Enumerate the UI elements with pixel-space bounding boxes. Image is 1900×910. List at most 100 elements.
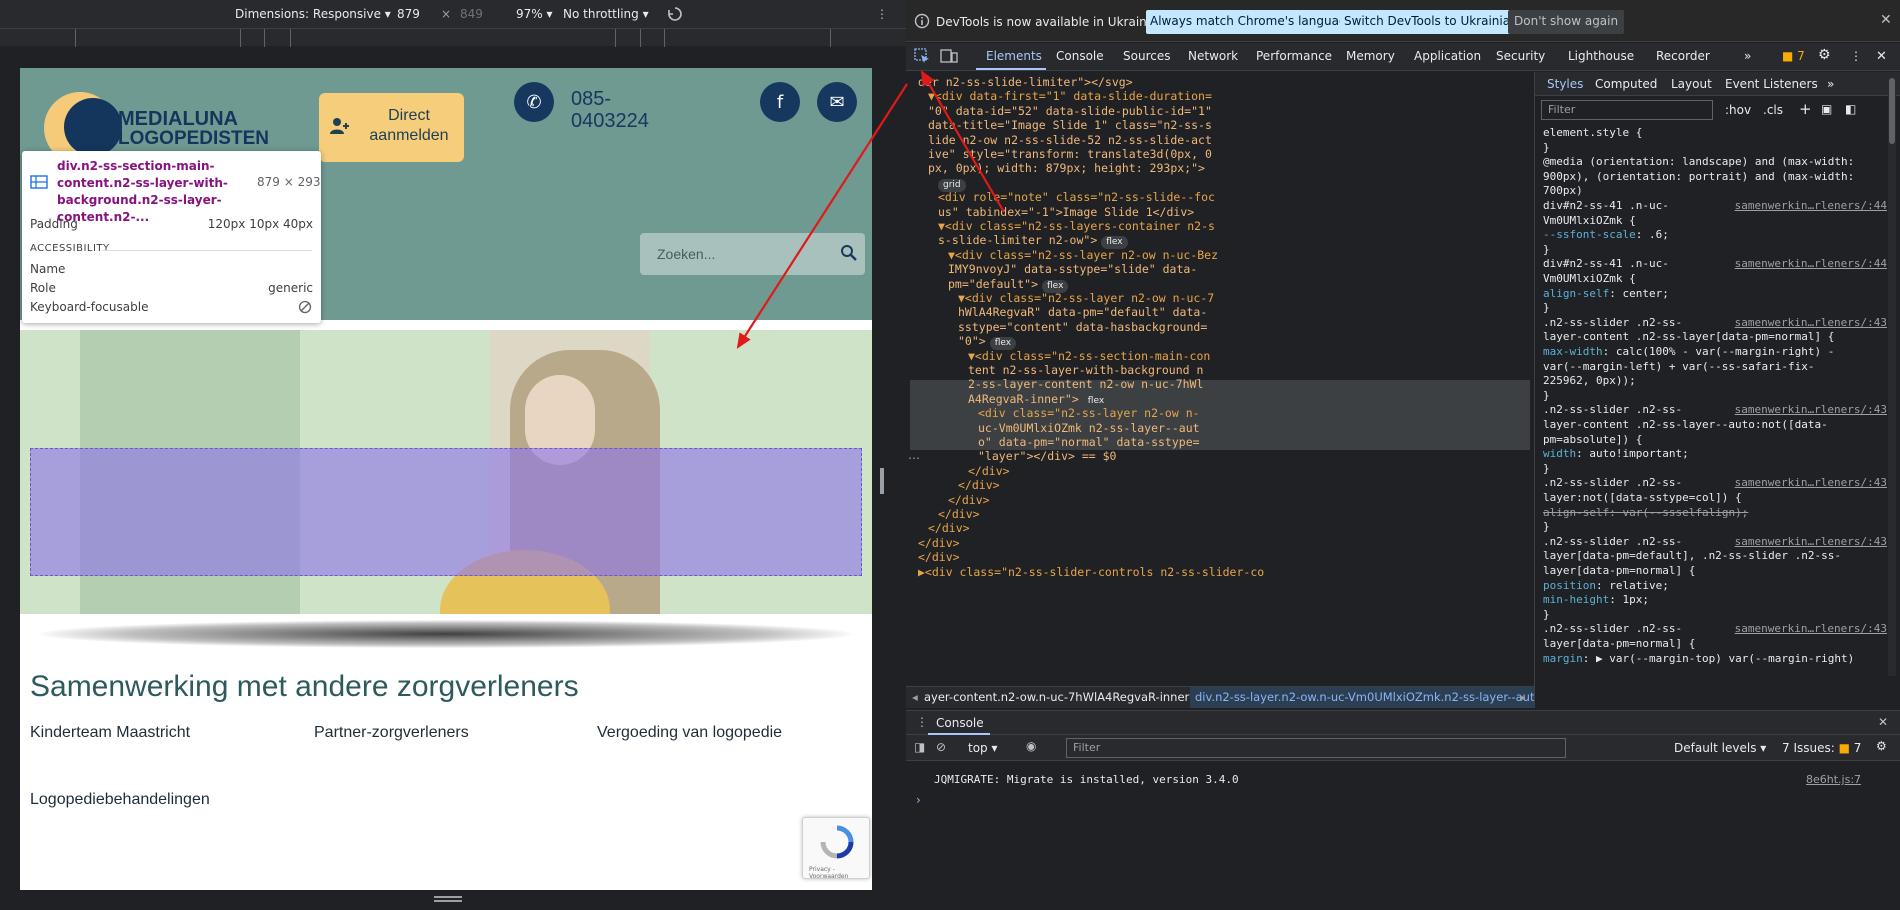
zoom-dropdown[interactable]: 97% ▾ (516, 7, 553, 21)
eye-icon[interactable]: ◉ (1026, 739, 1036, 753)
style-line[interactable]: layer-content .n2-ss-layer[data-pm=norma… (1543, 330, 1834, 345)
new-rule-icon[interactable]: + (1799, 100, 1812, 118)
search-field[interactable]: Zoeken... (640, 233, 865, 275)
style-line[interactable]: max-width: calc(100% - var(--margin-righ… (1543, 345, 1834, 360)
dom-line[interactable]: px, 0px); width: 879px; height: 293px;"> (928, 160, 1205, 177)
resize-handle-bottom[interactable] (434, 896, 462, 902)
rotate-icon[interactable] (666, 5, 684, 23)
more-style-tabs-icon[interactable]: » (1827, 77, 1834, 91)
style-line[interactable]: .n2-ss-slider .n2-ss- (1543, 622, 1682, 637)
style-line[interactable]: .n2-ss-slider .n2-ss- (1543, 535, 1682, 550)
breadcrumb-right-icon[interactable]: ▸ (1520, 690, 1526, 704)
more-options-icon[interactable]: ⋮ (876, 7, 888, 21)
tab-application[interactable]: Application (1414, 49, 1481, 63)
style-line[interactable]: --ssfont-scale: .6; (1543, 228, 1669, 243)
style-line[interactable]: } (1543, 141, 1550, 156)
style-line[interactable]: min-height: 1px; (1543, 593, 1649, 608)
style-line[interactable]: } (1543, 520, 1550, 535)
style-line[interactable]: } (1543, 608, 1550, 623)
close-drawer-icon[interactable]: ✕ (1878, 715, 1888, 729)
tab-performance[interactable]: Performance (1256, 49, 1332, 63)
paint-icon[interactable]: ▣ (1821, 102, 1832, 116)
more-options-icon[interactable]: ⋮ (1850, 49, 1862, 63)
direct-aanmelden-button[interactable]: Direct aanmelden (319, 93, 464, 162)
dom-line[interactable]: ▶<div class="n2-ss-slider-controls n2-ss… (918, 564, 1264, 581)
style-line[interactable]: .n2-ss-slider .n2-ss- (1543, 476, 1682, 491)
hov-toggle[interactable]: :hov (1725, 103, 1751, 117)
device-toggle-icon[interactable] (940, 48, 958, 64)
close-infobar-icon[interactable]: ✕ (1880, 12, 1892, 28)
style-line[interactable]: div#n2-ss-41 .n-uc- (1543, 257, 1669, 272)
close-devtools-icon[interactable]: ✕ (1876, 49, 1887, 64)
style-source-link[interactable]: samenwerkin…rleners/:43 (1735, 476, 1887, 491)
style-line[interactable]: } (1543, 301, 1550, 316)
style-line[interactable]: layer[data-pm=normal] { (1543, 564, 1695, 579)
dont-show-again-button[interactable]: Don't show again (1508, 10, 1625, 34)
dimensions-dropdown[interactable]: Dimensions: Responsive ▾ (235, 7, 391, 21)
tab-computed[interactable]: Computed (1595, 77, 1657, 91)
link-logopediebehandelingen[interactable]: Logopediebehandelingen (30, 791, 210, 809)
breadcrumb-item-parent[interactable]: ayer-content.n2-ow.n-uc-7hWlA4RegvaR-inn… (924, 690, 1189, 704)
style-line[interactable]: layer[data-pm=default], .n2-ss-slider .n… (1543, 549, 1841, 564)
settings-icon[interactable]: ⚙ (1818, 47, 1831, 63)
tab-network[interactable]: Network (1188, 49, 1238, 63)
style-source-link[interactable]: samenwerkin…rleners/:43 (1735, 403, 1887, 418)
style-line[interactable]: margin: ▶ var(--margin-top) var(--margin… (1543, 652, 1854, 667)
styles-filter-input[interactable]: Filter (1541, 100, 1713, 120)
style-line[interactable]: 700px) (1543, 184, 1583, 199)
style-line[interactable]: .n2-ss-slider .n2-ss- (1543, 403, 1682, 418)
context-dropdown[interactable]: top ▾ (968, 741, 998, 755)
facebook-icon[interactable]: f (760, 82, 800, 122)
console-filter-input[interactable]: Filter (1066, 738, 1566, 758)
style-line[interactable]: element.style { (1543, 126, 1642, 141)
elements-scrollbar[interactable] (1888, 76, 1896, 676)
style-source-link[interactable]: samenwerkin…rleners/:44 (1735, 257, 1887, 272)
breadcrumb-item-selected[interactable]: div.n2-ss-layer.n2-ow.n-uc-Vm0UMlxiOZmk.… (1190, 687, 1534, 708)
style-source-link[interactable]: samenwerkin…rleners/:44 (1735, 199, 1887, 214)
link-kinderteam[interactable]: Kinderteam Maastricht (30, 724, 190, 742)
switch-ukrainian-button[interactable]: Switch DevTools to Ukrainian (1340, 10, 1522, 34)
resize-handle-right[interactable] (880, 468, 884, 494)
tab-recorder[interactable]: Recorder (1656, 49, 1710, 63)
style-line[interactable]: pm=absolute]) { (1543, 433, 1642, 448)
console-message-source[interactable]: 8e6ht.js:7 (1806, 773, 1861, 786)
style-line[interactable]: layer[data-pm=normal] { (1543, 637, 1695, 652)
tab-memory[interactable]: Memory (1346, 49, 1395, 63)
style-line[interactable]: } (1543, 389, 1550, 404)
style-line[interactable]: layer:not([data-sstype=col]) { (1543, 491, 1742, 506)
tab-styles[interactable]: Styles (1547, 77, 1583, 91)
tab-elements[interactable]: Elements (986, 49, 1042, 63)
style-line[interactable]: div#n2-ss-41 .n-uc- (1543, 199, 1669, 214)
search-icon[interactable] (840, 244, 858, 262)
log-levels-dropdown[interactable]: Default levels ▾ (1674, 741, 1766, 755)
more-tabs-icon[interactable]: » (1744, 49, 1751, 63)
style-line[interactable]: var(--margin-left) + var(--ss-safari-fix… (1543, 360, 1815, 375)
link-partner-zorgverleners[interactable]: Partner-zorgverleners (314, 724, 469, 742)
style-line[interactable]: 225962, 0px)); (1543, 374, 1636, 389)
style-source-link[interactable]: samenwerkin…rleners/:43 (1735, 535, 1887, 550)
phone-icon[interactable]: ✆ (514, 82, 554, 122)
width-input[interactable]: 879 (397, 7, 420, 21)
recaptcha-badge[interactable]: Privacy - Voorwaarden (802, 817, 870, 880)
drawer-menu-icon[interactable]: ⋮ (916, 715, 928, 729)
height-input[interactable]: 849 (460, 7, 483, 21)
link-vergoeding[interactable]: Vergoeding van logopedie (597, 724, 782, 742)
tab-layout[interactable]: Layout (1671, 77, 1712, 91)
cls-toggle[interactable]: .cls (1763, 103, 1783, 117)
style-line[interactable]: align-self: center; (1543, 287, 1669, 302)
console-prompt-icon[interactable]: › (916, 793, 921, 807)
tab-sources[interactable]: Sources (1123, 49, 1170, 63)
style-source-link[interactable]: samenwerkin…rleners/:43 (1735, 622, 1887, 637)
throttling-dropdown[interactable]: No throttling ▾ (563, 7, 649, 21)
style-source-link[interactable]: samenwerkin…rleners/:43 (1735, 316, 1887, 331)
console-settings-icon[interactable]: ⚙ (1876, 739, 1887, 753)
inspect-element-icon[interactable] (914, 48, 930, 64)
style-line[interactable]: 900px), (orientation: portrait) and (max… (1543, 170, 1854, 185)
drawer-tab-console[interactable]: Console (936, 716, 984, 730)
tab-security[interactable]: Security (1496, 49, 1545, 63)
tab-console[interactable]: Console (1056, 49, 1104, 63)
match-language-button[interactable]: Always match Chrome's language (1146, 10, 1358, 34)
console-issues-link[interactable]: 7 Issues: ■ 7 (1782, 741, 1861, 755)
style-line[interactable]: Vm0UMlxiOZmk { (1543, 272, 1636, 287)
style-line[interactable]: width: auto!important; (1543, 447, 1689, 462)
